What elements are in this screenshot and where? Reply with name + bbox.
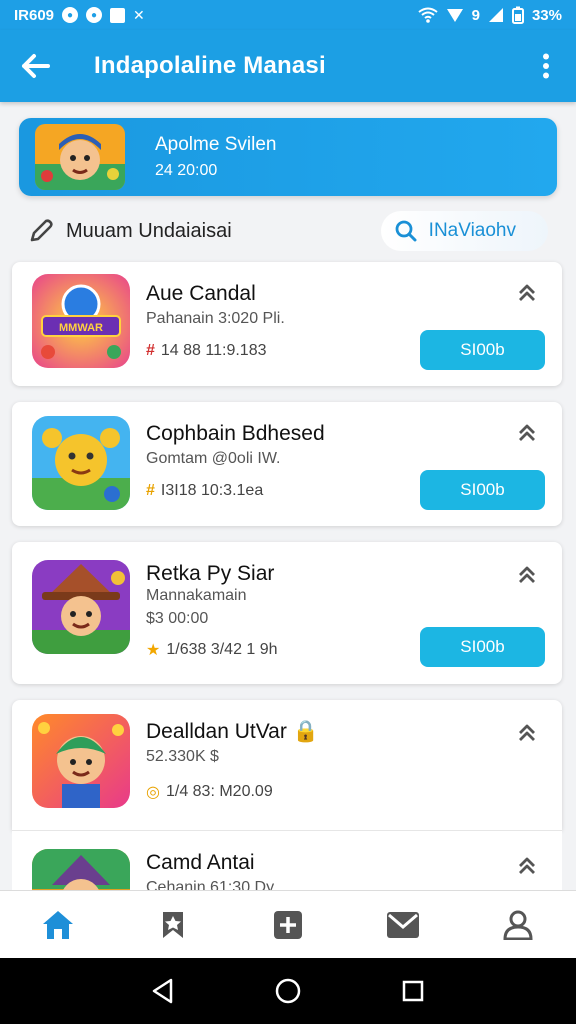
game-card[interactable]: Cophbain Bdhesed Gomtam @0oli IW. # I3I1…	[12, 402, 562, 526]
game-meta-text: 1/4 83: M20.09	[165, 783, 273, 800]
lock-icon: 🔒	[292, 720, 319, 743]
game-subtitle: Gomtam @0oli IW.	[146, 450, 281, 467]
hash-icon: #	[146, 482, 155, 499]
system-recents-button[interactable]	[393, 971, 433, 1011]
notification-icon-2: ●	[86, 7, 103, 23]
game-card[interactable]: Retka Py Siar Mannakamain $3 00:00 ★ 1/6…	[12, 542, 562, 684]
collapse-chevron-icon[interactable]	[516, 422, 538, 444]
nav-home[interactable]	[28, 895, 88, 955]
circle-home-icon	[275, 978, 301, 1004]
game-meta-text: I3I18 10:3.1ea	[160, 482, 264, 499]
game-icon	[32, 849, 130, 890]
svg-text:MMWAR: MMWAR	[59, 322, 103, 334]
battery-percent: 33%	[531, 6, 562, 24]
signal-triangle-icon	[446, 9, 463, 22]
game-subtitle: 52.330K $	[146, 748, 219, 765]
collapse-chevron-icon[interactable]	[516, 282, 538, 304]
game-icon: MMWAR	[32, 274, 130, 368]
featured-banner[interactable]: Apolme Svilen 24 20:00	[19, 118, 557, 196]
system-back-button[interactable]	[143, 971, 183, 1011]
square-recents-icon	[403, 980, 424, 1002]
game-icon	[32, 560, 130, 654]
cell-signal-icon	[488, 8, 503, 22]
banner-game-art	[35, 124, 125, 190]
game-title: Camd Antai	[146, 851, 255, 874]
banner-date: 24 20:00	[155, 162, 218, 179]
game-title: Cophbain Bdhesed	[146, 422, 325, 445]
hash-icon: #	[146, 342, 155, 359]
page-title: Indapolaline Manasi	[94, 52, 326, 79]
collapse-chevron-icon[interactable]	[516, 855, 538, 877]
game-price: $3 00:00	[146, 610, 209, 627]
collapse-chevron-icon[interactable]	[516, 722, 538, 744]
game-meta: # 14 88 11:9.183	[146, 342, 266, 360]
game-subtitle: Mannakamain	[146, 587, 247, 604]
banner-title: Apolme Svilen	[155, 134, 277, 155]
profile-icon	[503, 910, 533, 940]
pen-icon	[30, 219, 53, 242]
notification-icon: ●	[62, 7, 79, 23]
back-arrow-icon	[22, 54, 50, 78]
signal-label: 9	[471, 6, 480, 24]
game-title: Aue Candal	[146, 282, 256, 305]
collapse-chevron-icon[interactable]	[516, 564, 538, 586]
section-title: Muuam Undaiaisai	[66, 219, 232, 242]
app-bar: Indapolaline Manasi	[0, 30, 576, 102]
nav-bookmarks[interactable]	[143, 895, 203, 955]
image-notification-icon	[110, 7, 126, 23]
game-icon	[32, 416, 130, 510]
wifi-icon	[418, 7, 438, 23]
plus-icon	[273, 910, 302, 939]
game-meta: # I3I18 10:3.1ea	[146, 482, 263, 500]
game-meta-text: 1/638 3/42 1 9h	[166, 641, 278, 658]
game-action-button[interactable]: SI00b	[420, 627, 545, 667]
game-meta: ◎ 1/4 83: M20.09	[146, 782, 273, 802]
bookmark-icon	[162, 911, 183, 938]
system-home-button[interactable]	[268, 971, 308, 1011]
nav-chip-label: INaViaohv	[428, 220, 516, 241]
game-title-text: Dealldan UtVar	[146, 720, 287, 743]
mail-icon	[387, 911, 420, 938]
game-card[interactable]: Camd Antai Cehanin 61:30 Dy	[12, 830, 562, 890]
back-button[interactable]	[0, 30, 72, 102]
game-icon	[32, 714, 130, 808]
game-subtitle: Cehanin 61:30 Dy	[146, 879, 275, 890]
overflow-menu-button[interactable]	[516, 30, 576, 102]
more-vert-icon	[543, 53, 549, 79]
game-meta-text: 14 88 11:9.183	[160, 342, 267, 359]
game-title: Dealldan UtVar 🔒	[146, 720, 319, 744]
search-navigation-chip[interactable]: INaViaohv	[380, 211, 548, 251]
game-action-button[interactable]: SI00b	[420, 470, 545, 510]
search-icon	[395, 220, 417, 242]
game-action-button[interactable]: SI00b	[420, 330, 545, 370]
bottom-navigation	[0, 890, 576, 958]
section-header: Muuam Undaiaisai INaViaohv	[28, 208, 548, 254]
status-time: IR609	[14, 6, 55, 24]
status-bar: IR609 ● ● ✕ 9 33%	[0, 0, 576, 30]
coin-icon: ◎	[146, 784, 160, 801]
system-navigation-bar	[0, 958, 576, 1024]
star-icon: ★	[146, 642, 161, 659]
game-meta: ★ 1/638 3/42 1 9h	[146, 640, 278, 660]
triangle-back-icon	[152, 978, 172, 1004]
nav-add[interactable]	[258, 895, 318, 955]
game-title: Retka Py Siar	[146, 562, 275, 585]
game-card[interactable]: MMWAR Aue Candal Pahanain 3:020 Pli. # 1…	[12, 262, 562, 386]
game-card[interactable]: Dealldan UtVar 🔒 52.330K $ ◎ 1/4 83: M20…	[12, 700, 562, 830]
game-subtitle: Pahanain 3:020 Pli.	[146, 310, 285, 327]
nav-messages[interactable]	[373, 895, 433, 955]
muted-icon: ✕	[133, 6, 145, 23]
battery-icon	[511, 6, 524, 24]
home-icon	[42, 910, 73, 939]
nav-profile[interactable]	[488, 895, 548, 955]
